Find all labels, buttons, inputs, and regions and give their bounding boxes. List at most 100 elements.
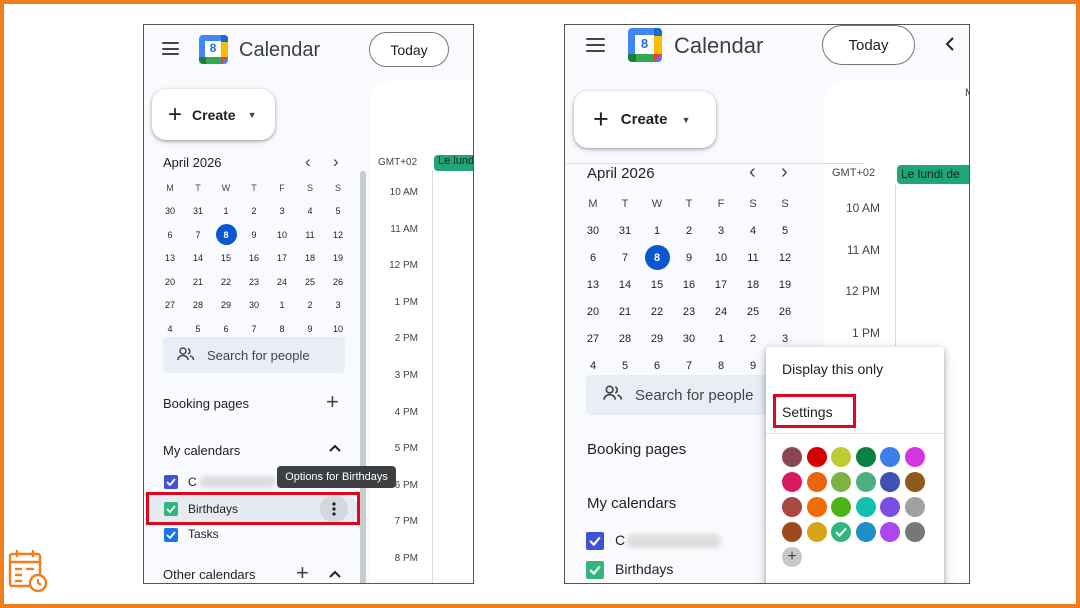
- mini-calendar-day[interactable]: 9: [244, 224, 265, 245]
- color-swatch[interactable]: [831, 447, 851, 467]
- mini-calendar-day[interactable]: 1: [709, 326, 734, 351]
- all-day-event[interactable]: Le lundi: [434, 155, 473, 171]
- color-swatch[interactable]: [806, 497, 827, 517]
- color-swatch[interactable]: [831, 497, 851, 517]
- mini-calendar-day[interactable]: 7: [188, 224, 209, 245]
- scrollbar[interactable]: [360, 171, 366, 583]
- color-swatch[interactable]: [880, 472, 900, 492]
- mini-calendar-day[interactable]: 28: [188, 295, 209, 316]
- mini-calendar-day[interactable]: 3: [709, 218, 734, 243]
- mini-calendar-day[interactable]: 2: [300, 295, 321, 316]
- collapse-icon[interactable]: [328, 440, 342, 458]
- color-swatch[interactable]: [855, 447, 876, 467]
- mini-calendar-day[interactable]: 6: [581, 245, 606, 270]
- display-this-only-item[interactable]: Display this only: [782, 361, 883, 377]
- color-swatch[interactable]: [880, 447, 900, 467]
- mini-calendar-day[interactable]: 29: [216, 295, 237, 316]
- color-swatch[interactable]: [904, 472, 925, 492]
- next-month-icon[interactable]: ›: [781, 161, 788, 184]
- mini-calendar-day[interactable]: 21: [613, 299, 638, 324]
- mini-calendar-day[interactable]: 27: [160, 295, 181, 316]
- color-swatch[interactable]: [782, 447, 802, 467]
- mini-calendar-day[interactable]: 16: [677, 272, 702, 297]
- mini-calendar-day[interactable]: 30: [677, 326, 702, 351]
- color-swatch[interactable]: [904, 497, 925, 517]
- mini-calendar-day[interactable]: 24: [709, 299, 734, 324]
- calendar-checkbox[interactable]: [586, 532, 604, 550]
- mini-calendar-day[interactable]: 31: [613, 218, 638, 243]
- color-swatch[interactable]: [806, 472, 827, 492]
- mini-calendar-day[interactable]: 12: [773, 245, 798, 270]
- next-month-icon[interactable]: ›: [333, 152, 339, 172]
- mini-calendar-day[interactable]: 15: [645, 272, 670, 297]
- calendar-checkbox[interactable]: [164, 475, 178, 489]
- mini-calendar-day[interactable]: 19: [773, 272, 798, 297]
- mini-calendar-day[interactable]: 25: [741, 299, 766, 324]
- mini-calendar-day[interactable]: 20: [581, 299, 606, 324]
- mini-calendar-day[interactable]: 3: [272, 201, 293, 222]
- color-swatch[interactable]: [880, 497, 900, 517]
- mini-calendar-day[interactable]: 18: [300, 248, 321, 269]
- mini-calendar-day[interactable]: 23: [677, 299, 702, 324]
- color-swatch[interactable]: [831, 472, 851, 492]
- tasks-checkbox[interactable]: [164, 528, 178, 542]
- mini-calendar-day[interactable]: 26: [328, 271, 349, 292]
- mini-calendar-day[interactable]: 5: [773, 218, 798, 243]
- color-swatch[interactable]: [880, 522, 900, 542]
- mini-calendar-day[interactable]: 4: [741, 218, 766, 243]
- mini-calendar-day[interactable]: 26: [773, 299, 798, 324]
- mini-calendar-day[interactable]: 30: [581, 218, 606, 243]
- mini-calendar-day[interactable]: 17: [272, 248, 293, 269]
- prev-period-icon[interactable]: [945, 37, 955, 56]
- mini-calendar-day[interactable]: 30: [160, 201, 181, 222]
- mini-calendar-day[interactable]: 20: [160, 271, 181, 292]
- mini-calendar-day[interactable]: 22: [645, 299, 670, 324]
- mini-calendar-day[interactable]: 11: [300, 224, 321, 245]
- mini-calendar-day[interactable]: 19: [328, 248, 349, 269]
- add-custom-color-icon[interactable]: +: [782, 547, 802, 567]
- mini-calendar-day[interactable]: 2: [741, 326, 766, 351]
- today-button[interactable]: Today: [822, 25, 915, 65]
- main-menu-icon[interactable]: [162, 42, 179, 55]
- mini-calendar-day[interactable]: 1: [272, 295, 293, 316]
- mini-calendar-day[interactable]: 25: [300, 271, 321, 292]
- mini-calendar-day[interactable]: 18: [741, 272, 766, 297]
- add-booking-page-icon[interactable]: +: [326, 389, 339, 415]
- collapse-other-icon[interactable]: [328, 566, 342, 583]
- mini-calendar-day[interactable]: 11: [741, 245, 766, 270]
- color-swatch[interactable]: [904, 447, 925, 467]
- all-day-event[interactable]: Le lundi de: [897, 165, 969, 184]
- mini-calendar-day[interactable]: 27: [581, 326, 606, 351]
- create-button[interactable]: + Create ▼: [574, 91, 716, 148]
- selected-color-swatch[interactable]: [831, 522, 851, 542]
- add-other-calendar-icon[interactable]: +: [296, 560, 309, 583]
- prev-month-icon[interactable]: ‹: [749, 161, 756, 184]
- color-swatch[interactable]: [855, 472, 876, 492]
- mini-calendar-day[interactable]: 3: [328, 295, 349, 316]
- mini-calendar-day[interactable]: 13: [160, 248, 181, 269]
- mini-calendar-day[interactable]: 12: [328, 224, 349, 245]
- color-swatch[interactable]: [782, 472, 802, 492]
- search-people-input[interactable]: Search for people: [586, 375, 796, 415]
- birthdays-checkbox[interactable]: [586, 561, 604, 579]
- color-swatch[interactable]: [806, 522, 827, 542]
- mini-calendar-day[interactable]: 14: [613, 272, 638, 297]
- search-people-input[interactable]: Search for people: [163, 337, 345, 373]
- mini-calendar-day[interactable]: 1: [645, 218, 670, 243]
- mini-calendar-day[interactable]: 23: [244, 271, 265, 292]
- mini-calendar-selected-day[interactable]: 8: [644, 245, 670, 270]
- mini-calendar-day[interactable]: 10: [272, 224, 293, 245]
- create-button[interactable]: + Create ▼: [152, 89, 275, 140]
- mini-calendar-day[interactable]: 2: [244, 201, 265, 222]
- color-swatch[interactable]: [904, 522, 925, 542]
- mini-calendar-day[interactable]: 13: [581, 272, 606, 297]
- mini-calendar-day[interactable]: 7: [613, 245, 638, 270]
- color-swatch[interactable]: [806, 447, 827, 467]
- mini-calendar-day[interactable]: 1: [216, 201, 237, 222]
- mini-calendar-day[interactable]: 17: [709, 272, 734, 297]
- color-swatch[interactable]: [855, 522, 876, 542]
- mini-calendar-selected-day[interactable]: 8: [215, 224, 237, 246]
- today-button[interactable]: Today: [369, 32, 449, 67]
- mini-calendar-day[interactable]: 5: [328, 201, 349, 222]
- prev-month-icon[interactable]: ‹: [305, 152, 311, 172]
